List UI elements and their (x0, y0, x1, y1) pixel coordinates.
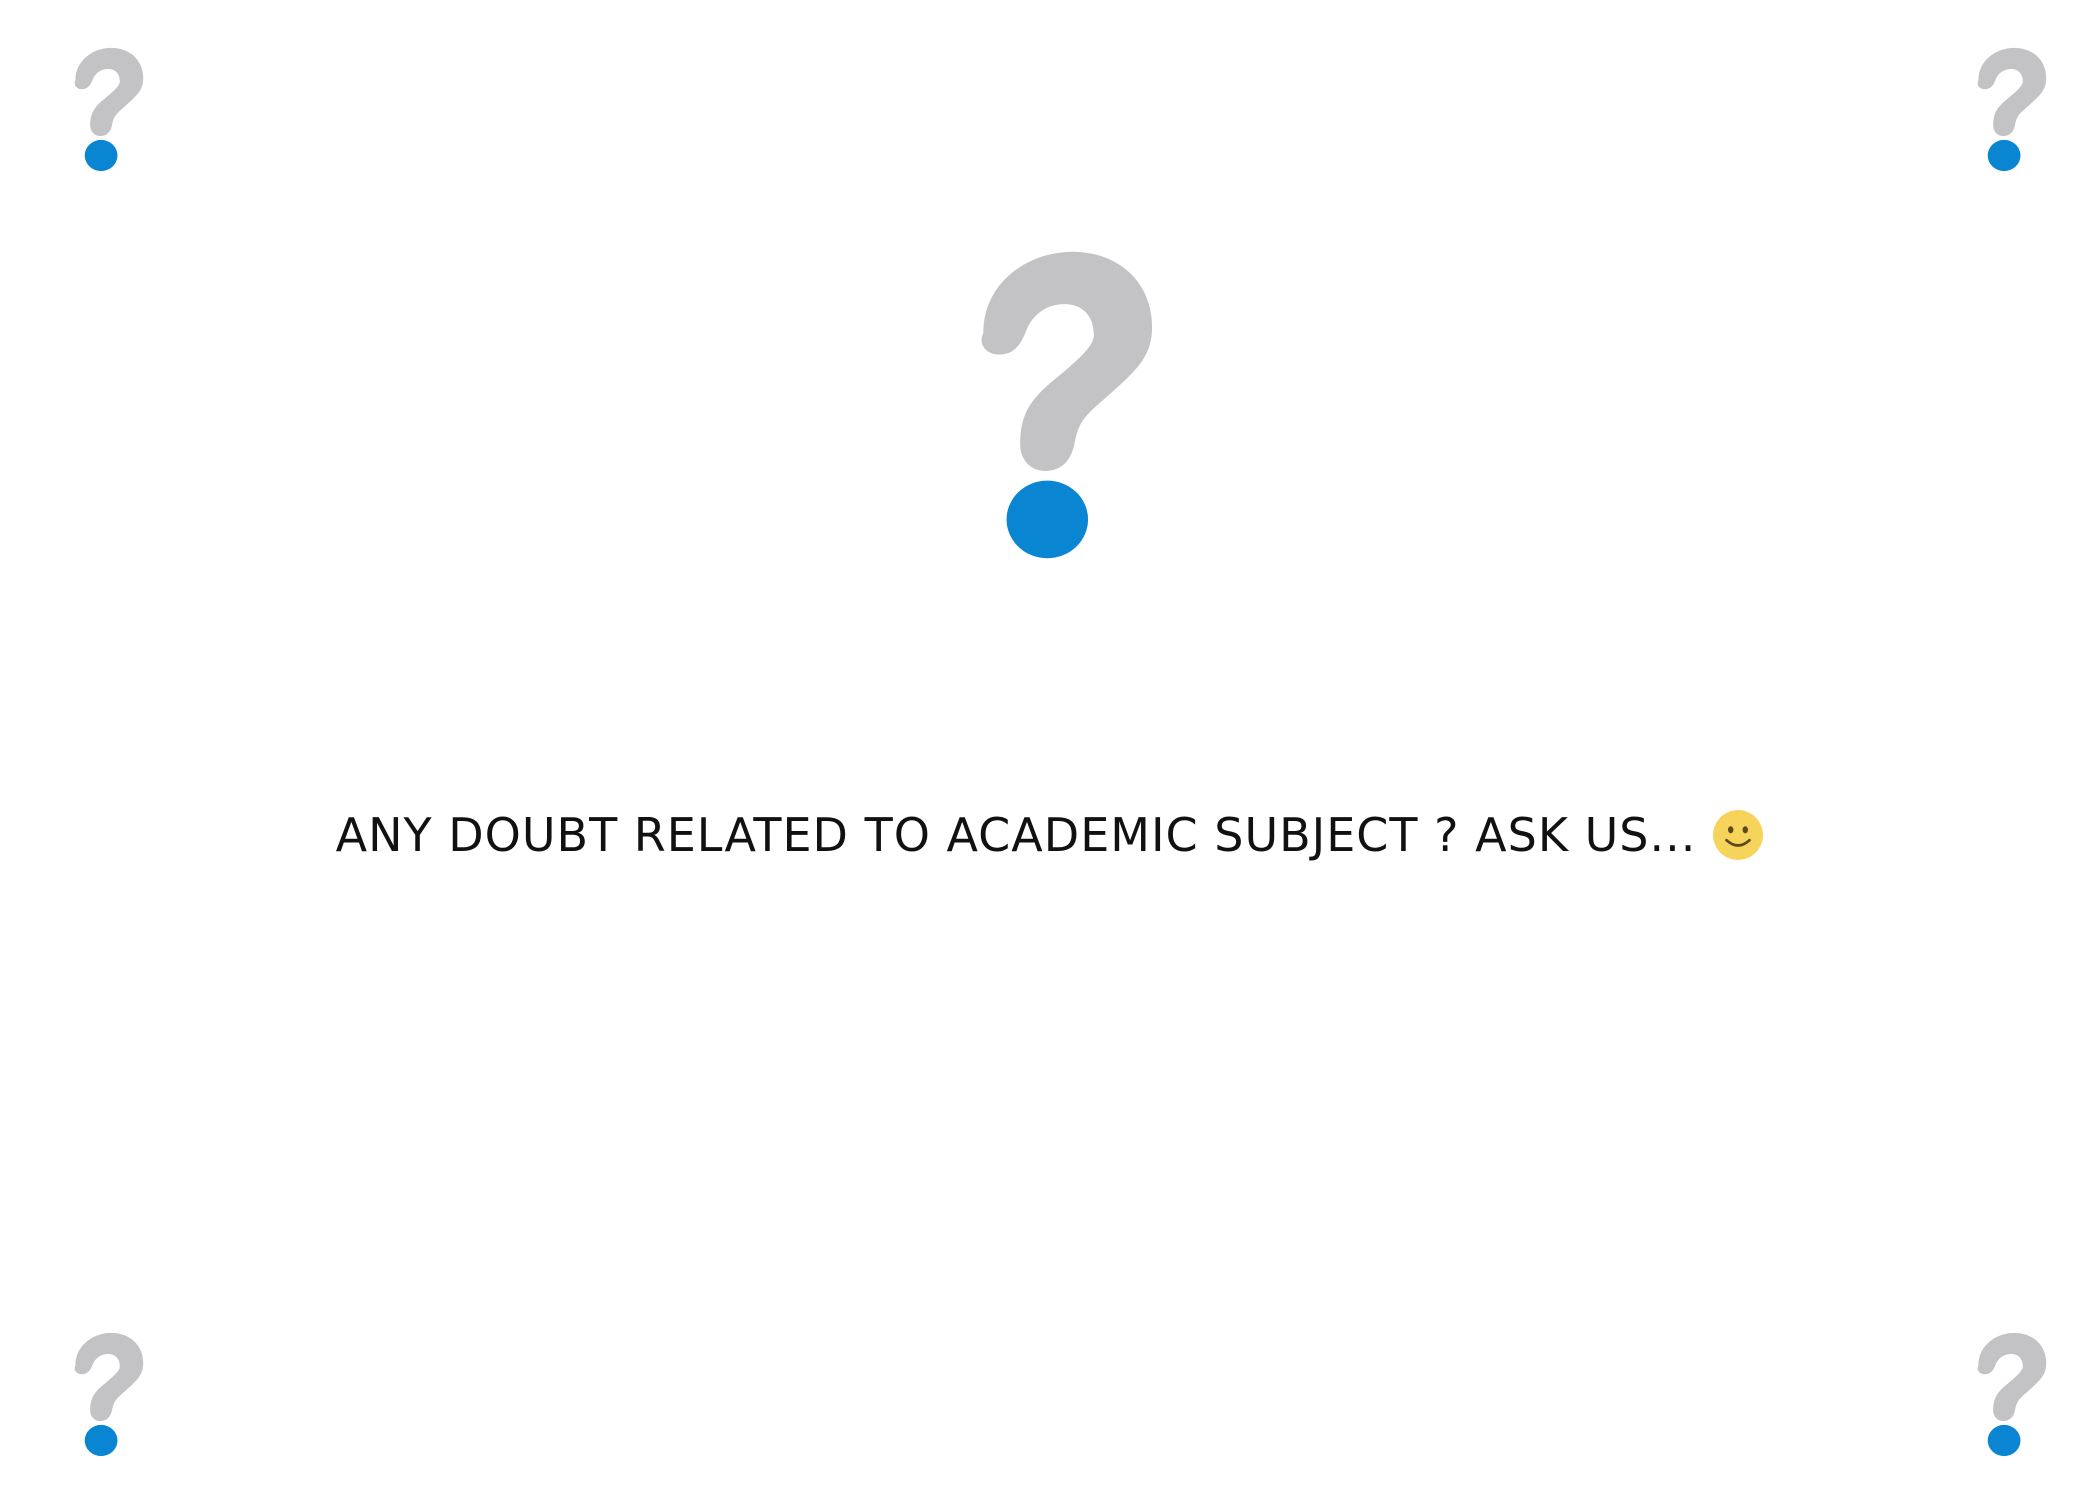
question-mark-icon (66, 1332, 144, 1457)
tagline-text: ANY DOUBT RELATED TO ACADEMIC SUBJECT ? … (335, 808, 1697, 862)
question-mark-icon (1969, 47, 2047, 172)
question-mark-icon (66, 47, 144, 172)
question-mark-icon (1969, 1332, 2047, 1457)
tagline-row: ANY DOUBT RELATED TO ACADEMIC SUBJECT ? … (0, 800, 2100, 870)
question-mark-icon (960, 245, 1154, 565)
smiley-icon (1712, 809, 1764, 861)
